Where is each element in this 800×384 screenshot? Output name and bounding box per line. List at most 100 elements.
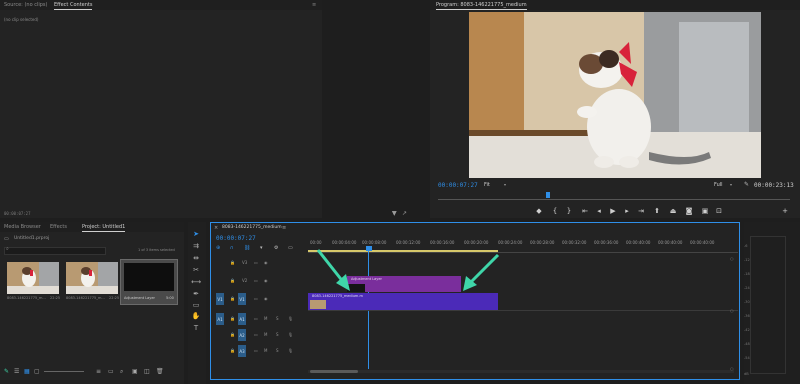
step-back-icon[interactable]: ◂ (594, 206, 604, 216)
list-view-icon[interactable]: ☰ (14, 368, 19, 375)
automate-icon[interactable]: ▭ (108, 368, 114, 375)
selection-tool-icon[interactable]: ➤ (191, 230, 201, 238)
camera-icon[interactable]: ◙ (684, 206, 694, 216)
go-to-out-icon[interactable]: ⇥ (636, 206, 646, 216)
lock-icon[interactable]: 🔒 (230, 278, 235, 283)
zoom-handle-icon[interactable]: ○ (730, 256, 734, 261)
mute-button[interactable]: M (264, 348, 267, 353)
insert-sequence-icon[interactable]: ⊕ (216, 245, 220, 251)
mute-button[interactable]: M (264, 332, 267, 337)
program-monitor-title[interactable]: Program: 8083-146221775_medium (436, 2, 527, 10)
in-point-icon[interactable]: { (550, 206, 560, 216)
add-marker-icon[interactable]: ▾ (260, 245, 263, 251)
lift-icon[interactable]: ⬆ (652, 206, 662, 216)
compare-icon[interactable]: ▣ (700, 206, 710, 216)
out-point-icon[interactable]: } (564, 206, 574, 216)
solo-button[interactable]: S (276, 348, 279, 353)
new-item-icon[interactable]: ◫ (144, 368, 150, 375)
timeline-horizontal-scrollbar[interactable] (308, 370, 734, 373)
track-target-v1[interactable]: V1 (238, 293, 246, 305)
find-icon[interactable]: ⌕ (120, 368, 123, 376)
tab-media-browser[interactable]: Media Browser (4, 224, 41, 230)
sync-icon[interactable]: ▭ (254, 296, 258, 301)
filter-icon[interactable]: ▼ (392, 210, 397, 217)
vr-icon[interactable]: ⊡ (714, 206, 724, 216)
microphone-icon[interactable]: 🎙 (288, 316, 293, 321)
close-sequence-icon[interactable]: × (214, 225, 218, 231)
sync-icon[interactable]: ▭ (254, 278, 258, 283)
playhead-handle[interactable] (366, 246, 372, 251)
solo-button[interactable]: S (276, 332, 279, 337)
fit-dropdown-chevron-icon[interactable]: ▾ (504, 182, 506, 187)
freeform-view-icon[interactable]: ▢ (34, 368, 40, 375)
go-to-in-icon[interactable]: ⇤ (580, 206, 590, 216)
captions-icon[interactable]: ▭ (288, 245, 293, 251)
rectangle-tool-icon[interactable]: ▭ (191, 301, 201, 309)
lock-icon[interactable]: 🔒 (230, 332, 235, 337)
extract-icon[interactable]: ⏏ (668, 206, 678, 216)
eye-icon[interactable]: ◉ (264, 260, 268, 265)
project-item-thumbnail[interactable] (66, 262, 118, 294)
snap-icon[interactable]: ∩ (230, 245, 234, 251)
program-playhead-marker[interactable] (546, 192, 550, 198)
sequence-menu-icon[interactable]: ≡ (282, 225, 286, 231)
fit-dropdown[interactable]: Fit (484, 182, 490, 188)
quality-dropdown-chevron-icon[interactable]: ▾ (730, 182, 732, 187)
sync-icon[interactable]: ▭ (254, 348, 258, 353)
marker-icon[interactable]: ◆ (534, 206, 544, 216)
ripple-edit-tool-icon[interactable]: ⇹ (191, 254, 201, 262)
lock-icon[interactable]: 🔒 (230, 296, 235, 301)
timeline-scroll-thumb[interactable] (310, 370, 358, 373)
project-item-thumbnail[interactable] (7, 262, 59, 294)
source-patch-v1[interactable]: V1 (216, 293, 224, 305)
mute-button[interactable]: M (264, 316, 267, 321)
lock-icon[interactable]: 🔒 (230, 316, 235, 321)
zoom-slider[interactable] (44, 371, 84, 372)
sync-icon[interactable]: ▭ (254, 316, 258, 321)
lock-icon[interactable]: 🔒 (230, 260, 235, 265)
linked-selection-icon[interactable]: ⛓ (244, 245, 250, 251)
eye-icon[interactable]: ◉ (264, 296, 268, 301)
project-search-input[interactable] (4, 247, 106, 255)
track-target-a1[interactable]: A1 (238, 313, 246, 325)
program-timecode[interactable]: 00:00:07:27 (438, 182, 478, 189)
track-target-a2[interactable]: A2 (238, 329, 246, 341)
add-button-icon[interactable]: + (780, 206, 790, 216)
slip-tool-icon[interactable]: ⟷ (191, 278, 201, 286)
type-tool-icon[interactable]: T (191, 324, 201, 332)
source-patch-a1[interactable]: A1 (216, 313, 224, 325)
quality-dropdown[interactable]: Full (714, 182, 723, 188)
track-target-a3[interactable]: A3 (238, 345, 246, 357)
work-area-bar[interactable] (308, 250, 498, 252)
microphone-icon[interactable]: 🎙 (288, 348, 293, 353)
microphone-icon[interactable]: 🎙 (288, 332, 293, 337)
pencil-icon[interactable]: ✎ (4, 368, 9, 375)
new-bin-icon[interactable]: ▣ (132, 368, 138, 375)
icon-view-icon[interactable]: ▦ (24, 368, 30, 375)
lock-icon[interactable]: 🔒 (230, 348, 235, 353)
pen-tool-icon[interactable]: ✒ (191, 290, 201, 298)
sort-icon[interactable]: ≡ (96, 368, 101, 375)
clear-icon[interactable]: 🗑 (156, 368, 164, 375)
panel-menu-icon[interactable]: ≡ (312, 2, 316, 8)
tab-effects[interactable]: Effects (50, 224, 67, 230)
razor-tool-icon[interactable]: ✂ (191, 266, 201, 274)
timeline-timecode[interactable]: 00:00:07:27 (216, 235, 256, 242)
program-mini-timeline[interactable] (438, 195, 790, 200)
track-select-tool-icon[interactable]: ⇉ (191, 242, 201, 250)
hand-tool-icon[interactable]: ✋ (191, 312, 201, 320)
project-item-adjustment-layer[interactable]: Adjustment Layer 5:00 (120, 259, 178, 305)
tab-effect-controls[interactable]: Effect Contents (54, 2, 93, 10)
video-clip[interactable]: 8083-146221775_medium.m (308, 293, 498, 310)
timeline-settings-icon[interactable]: ⚙ (274, 245, 278, 251)
sync-icon[interactable]: ▭ (254, 260, 258, 265)
sync-icon[interactable]: ▭ (254, 332, 258, 337)
eye-icon[interactable]: ◉ (264, 278, 268, 283)
play-icon[interactable]: ▶ (608, 206, 618, 216)
solo-button[interactable]: S (276, 316, 279, 321)
wrench-icon[interactable]: ✎ (744, 181, 749, 188)
tab-source[interactable]: Source: (no clips) (4, 2, 47, 8)
sequence-tab[interactable]: 8083-146221775_medium (222, 225, 282, 230)
zoom-handle-icon[interactable]: ○ (730, 308, 734, 313)
step-forward-icon[interactable]: ▸ (622, 206, 632, 216)
